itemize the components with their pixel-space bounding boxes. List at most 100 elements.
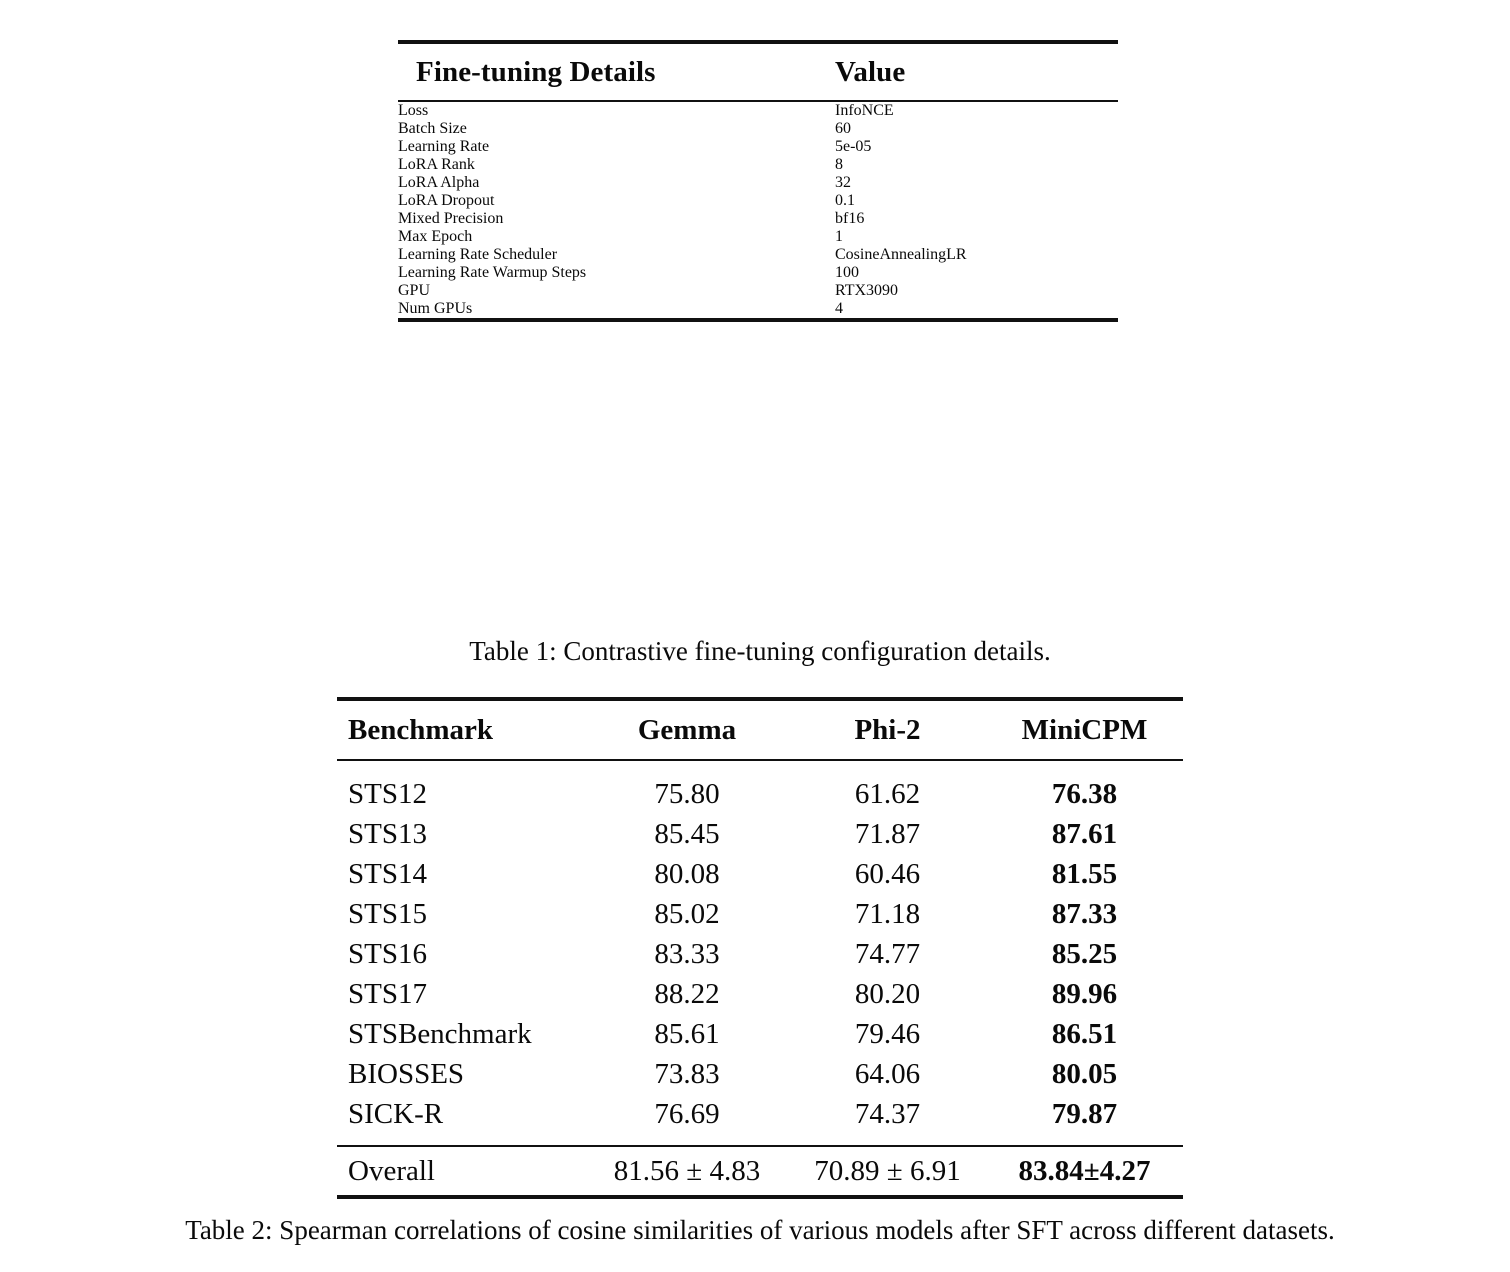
table-2-cell-minicpm: 76.38 [1051, 778, 1118, 810]
table-2-header-row: Benchmark Gemma Phi-2 MiniCPM [337, 701, 1183, 759]
table-1-cell-key: LoRA Rank [398, 156, 475, 173]
table-1: Fine-tuning Details Value [398, 44, 1118, 100]
table-1-cell-key: Max Epoch [398, 228, 473, 245]
table-row: Loss InfoNCE [398, 102, 1118, 120]
table-2-header-minicpm: MiniCPM [1021, 714, 1148, 746]
table-2-cell-minicpm: 87.61 [1051, 818, 1118, 850]
table-2-cell-benchmark: SICK-R [348, 1098, 444, 1130]
table-1-cell-value: 4 [835, 300, 843, 317]
table-2-bottom-rule [337, 1195, 1183, 1199]
table-2-cell-phi2: 71.18 [854, 898, 921, 930]
table-2-cell-benchmark: STS16 [348, 938, 427, 970]
table-2-cell-phi2: 74.37 [854, 1098, 921, 1130]
table-2-cell-minicpm: 81.55 [1051, 858, 1118, 890]
table-1-cell-value: 100 [835, 264, 859, 281]
table-2-cell-benchmark: STS13 [348, 818, 427, 850]
table-2-cell-minicpm: 87.33 [1051, 898, 1118, 930]
table-2-cell-phi2: 60.46 [854, 858, 921, 890]
table-row: LoRA Alpha 32 [398, 174, 1118, 192]
table-row: Learning Rate 5e-05 [398, 138, 1118, 156]
table-2-header-gemma: Gemma [637, 714, 737, 746]
table-1-cell-key: LoRA Alpha [398, 174, 480, 191]
table-2-cell-minicpm: 79.87 [1051, 1098, 1118, 1130]
table-2-cell-gemma: 83.33 [654, 938, 720, 970]
table-row: Max Epoch 1 [398, 228, 1118, 246]
table-2-cell-phi2: 61.62 [854, 778, 921, 810]
table-2-overall-label: Overall [348, 1155, 435, 1187]
table-2-cell-gemma: 73.83 [654, 1058, 720, 1090]
table-1-cell-value: 0.1 [835, 192, 855, 209]
table-row: Batch Size 60 [398, 120, 1118, 138]
table-2-cell-gemma: 80.08 [654, 858, 720, 890]
table-2-caption: Table 2: Spearman correlations of cosine… [185, 1215, 1335, 1245]
table-1-header-value: Value [835, 56, 906, 88]
table-1-container: Fine-tuning Details Value Loss InfoNCE B… [398, 40, 1118, 322]
table-row: GPU RTX3090 [398, 282, 1118, 300]
table-2-overall-phi2: 70.89 ± 6.91 [814, 1155, 961, 1187]
table-row: Learning Rate Scheduler CosineAnnealingL… [398, 246, 1118, 264]
table-1-header-row: Fine-tuning Details Value [398, 44, 1118, 100]
table-1-cell-value: 5e-05 [835, 138, 872, 155]
table-2-cell-benchmark: STSBenchmark [348, 1018, 532, 1050]
table-1-cell-key: LoRA Dropout [398, 192, 495, 209]
table-1-cell-key: Learning Rate Scheduler [398, 246, 558, 263]
table-2-header: Benchmark Gemma Phi-2 MiniCPM [337, 701, 1183, 759]
table-row: STS12 75.80 61.62 76.38 [337, 761, 1183, 814]
table-2-cell-phi2: 80.20 [854, 978, 921, 1010]
table-1-cell-key: Batch Size [398, 120, 467, 137]
table-2-cell-phi2: 64.06 [854, 1058, 921, 1090]
table-1-cell-value: 60 [835, 120, 851, 137]
table-2-cell-benchmark: STS14 [348, 858, 427, 890]
table-1-caption: Table 1: Contrastive fine-tuning configu… [469, 636, 1051, 666]
table-1-cell-key: Loss [398, 102, 429, 119]
table-1-cell-key: Mixed Precision [398, 210, 504, 227]
table-row: STSBenchmark 85.61 79.46 86.51 [337, 1014, 1183, 1054]
table-row: STS13 85.45 71.87 87.61 [337, 814, 1183, 854]
table-row: SICK-R 76.69 74.37 79.87 [337, 1094, 1183, 1145]
table-1-header-details: Fine-tuning Details [416, 56, 656, 88]
table-2-cell-gemma: 75.80 [654, 778, 720, 810]
table-2-cell-gemma: 76.69 [654, 1098, 720, 1130]
table-row: LoRA Dropout 0.1 [398, 192, 1118, 210]
table-2-cell-gemma: 85.61 [654, 1018, 720, 1050]
table-2-cell-benchmark: STS12 [348, 778, 427, 810]
table-2-cell-minicpm: 89.96 [1051, 978, 1118, 1010]
table-2-cell-phi2: 74.77 [854, 938, 921, 970]
table-1-cell-value: 32 [835, 174, 851, 191]
table-2-cell-benchmark: BIOSSES [348, 1058, 465, 1090]
table-2-cell-phi2: 71.87 [854, 818, 921, 850]
table-row: Mixed Precision bf16 [398, 210, 1118, 228]
table-1-cell-key: Num GPUs [398, 300, 473, 317]
table-2-cell-minicpm: 85.25 [1051, 938, 1118, 970]
table-2-overall-row: Overall 81.56 ± 4.83 70.89 ± 6.91 83.84±… [337, 1147, 1183, 1195]
table-2-cell-minicpm: 80.05 [1051, 1058, 1118, 1090]
table-row: STS15 85.02 71.18 87.33 [337, 894, 1183, 934]
table-2-header-benchmark: Benchmark [348, 714, 493, 746]
table-1-cell-value: bf16 [835, 210, 865, 227]
table-2-overall-minicpm: 83.84±4.27 [1018, 1155, 1151, 1187]
table-2-header-phi2: Phi-2 [854, 714, 921, 746]
table-row: LoRA Rank 8 [398, 156, 1118, 174]
table-1-cell-value: CosineAnnealingLR [835, 246, 967, 263]
table-1-cell-key: Learning Rate [398, 138, 490, 155]
table-2-cell-benchmark: STS17 [348, 978, 427, 1010]
table-row: STS14 80.08 60.46 81.55 [337, 854, 1183, 894]
table-1-cell-key: Learning Rate Warmup Steps [398, 264, 587, 281]
table-2-overall-gemma: 81.56 ± 4.83 [613, 1155, 761, 1187]
table-1-cell-key: GPU [398, 282, 431, 299]
table-row: Num GPUs 4 [398, 300, 1118, 318]
table-2-cell-benchmark: STS15 [348, 898, 427, 930]
table-2-cell-minicpm: 86.51 [1051, 1018, 1118, 1050]
table-1-cell-value: RTX3090 [835, 282, 899, 299]
table-1-body: Loss InfoNCE Batch Size 60 Learning Rate… [398, 102, 1118, 318]
table-row: STS16 83.33 74.77 85.25 [337, 934, 1183, 974]
table-1-cell-value: 1 [835, 228, 843, 245]
table-2-cell-gemma: 85.45 [654, 818, 720, 850]
table-2-body: STS12 75.80 61.62 76.38 STS13 85.45 71.8… [337, 761, 1183, 1145]
table-1-cell-value: 8 [835, 156, 843, 173]
table-row: BIOSSES 73.83 64.06 80.05 [337, 1054, 1183, 1094]
table-2-cell-gemma: 85.02 [654, 898, 720, 930]
table-2-cell-gemma: 88.22 [654, 978, 720, 1010]
table-1-cell-value: InfoNCE [835, 102, 894, 119]
table-2-cell-phi2: 79.46 [854, 1018, 921, 1050]
